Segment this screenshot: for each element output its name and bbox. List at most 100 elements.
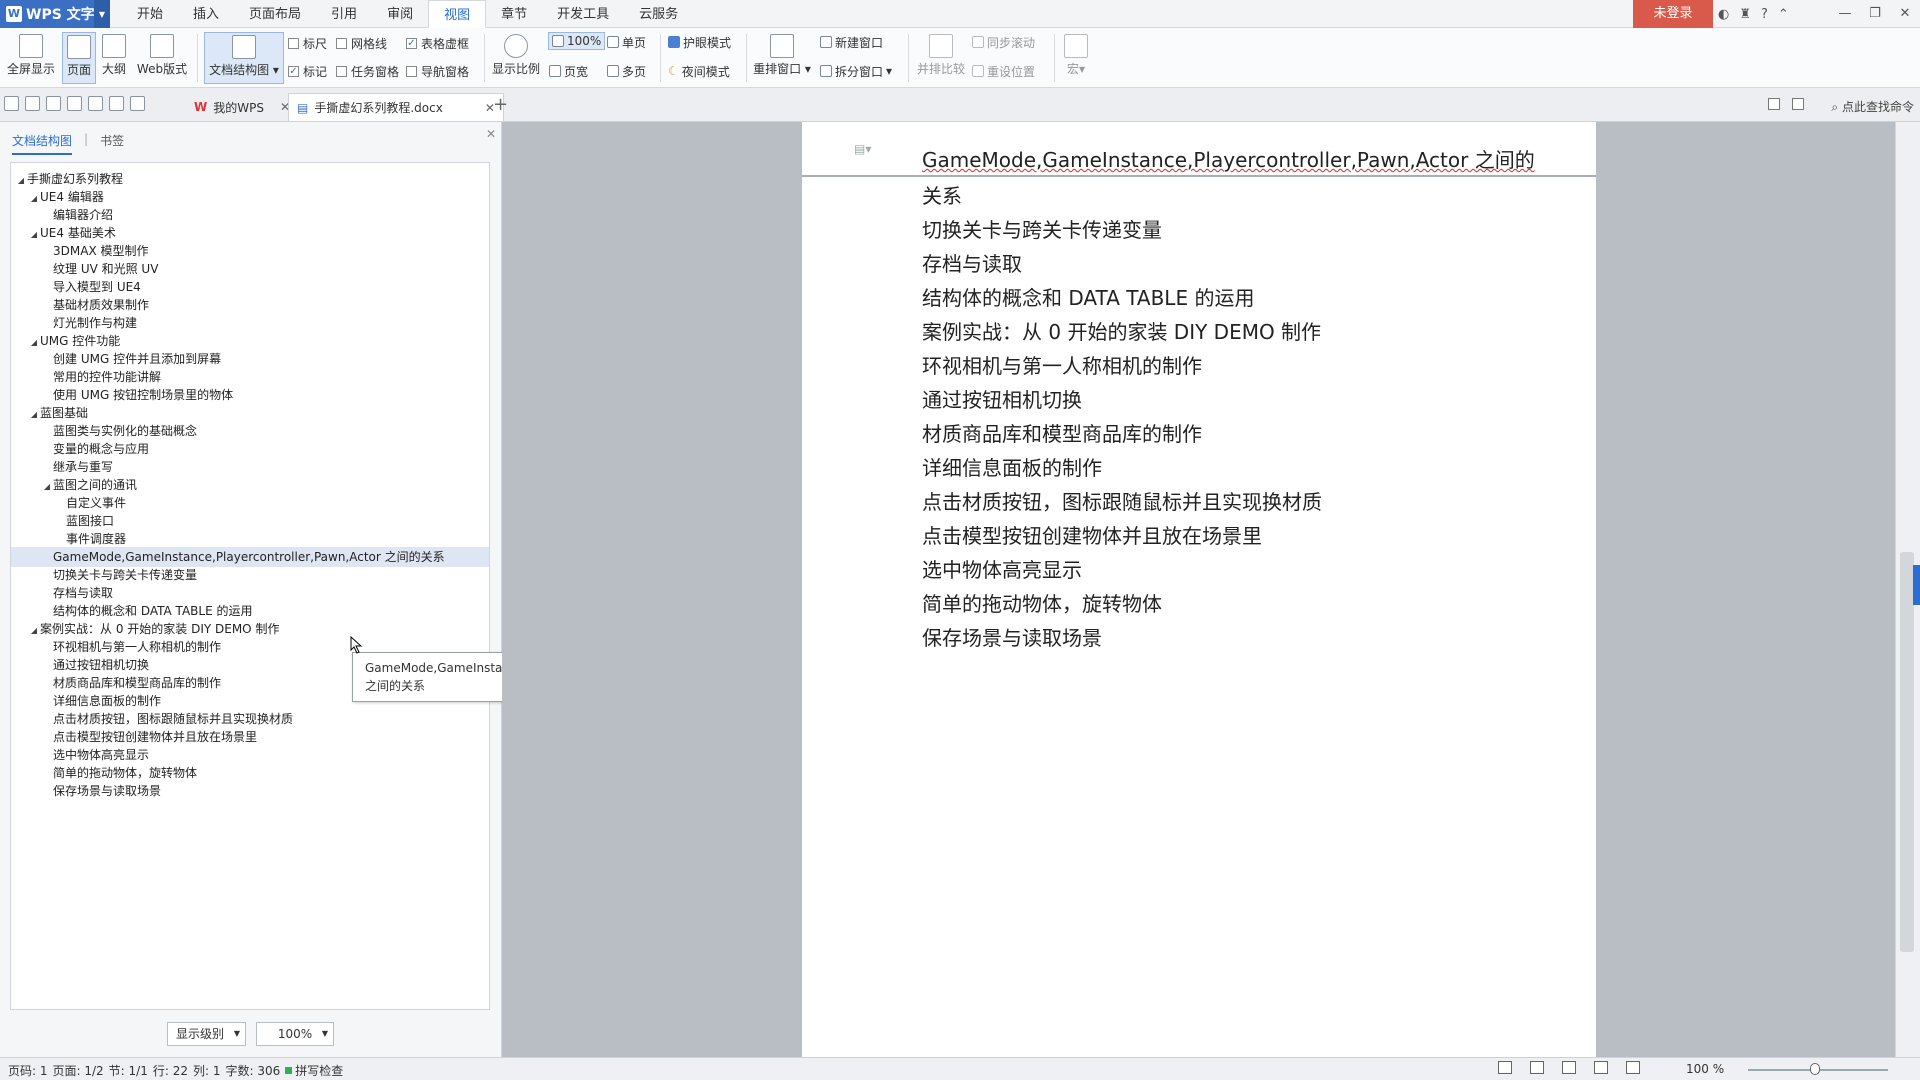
- eye-mode-button[interactable]: 护眼模式: [668, 33, 731, 51]
- menu-tab[interactable]: 开发工具: [542, 0, 624, 28]
- tree-item[interactable]: 蓝图接口: [11, 511, 489, 531]
- tree-item[interactable]: ◢ 蓝图之间的通讯: [11, 475, 489, 495]
- tree-item[interactable]: 保存场景与读取场景: [11, 781, 489, 801]
- preview-icon[interactable]: [88, 96, 103, 111]
- docmap-button[interactable]: 文档结构图 ▾: [204, 32, 284, 84]
- tree-item[interactable]: 使用 UMG 按钮控制场景里的物体: [11, 385, 489, 405]
- tree-item[interactable]: 3DMAX 模型制作: [11, 241, 489, 261]
- single-page-button[interactable]: 单页: [607, 33, 646, 51]
- add-tab-icon[interactable]: +: [493, 96, 508, 114]
- zoom-button[interactable]: 显示比例: [490, 32, 542, 84]
- document-canvas[interactable]: ▤▾ GameMode,GameInstance,Playercontrolle…: [502, 122, 1897, 1057]
- tree-item[interactable]: ◢ UE4 基础美术: [11, 223, 489, 243]
- login-button[interactable]: 未登录: [1633, 0, 1713, 28]
- tree-item[interactable]: 选中物体高亮显示: [11, 745, 489, 765]
- document-page[interactable]: ▤▾ GameMode,GameInstance,Playercontrolle…: [802, 122, 1596, 1057]
- gridline-checkbox[interactable]: 网格线: [336, 34, 387, 52]
- tree-item[interactable]: 常用的控件功能讲解: [11, 367, 489, 387]
- restore-icon[interactable]: ❐: [1860, 0, 1890, 28]
- tree-item[interactable]: 存档与读取: [11, 583, 489, 603]
- pdf-icon[interactable]: [46, 96, 61, 111]
- menu-tab[interactable]: 审阅: [372, 0, 428, 28]
- sync-scroll-button[interactable]: 同步滚动: [972, 33, 1035, 51]
- doc-list-icon[interactable]: [1768, 98, 1780, 110]
- page-width-button[interactable]: 页宽: [549, 62, 588, 80]
- find-command[interactable]: ⌕ 点此查找命令: [1831, 98, 1914, 115]
- level-select[interactable]: 显示级别 ▼: [167, 1022, 246, 1046]
- side-panel-handle[interactable]: [1913, 565, 1920, 605]
- tree-item[interactable]: GameMode,GameInstance,Playercontroller,P…: [11, 547, 489, 567]
- new-window-button[interactable]: 新建窗口: [820, 33, 883, 51]
- rearrange-window-button[interactable]: 重排窗口 ▾: [752, 32, 812, 84]
- close-icon[interactable]: ✕: [1890, 0, 1920, 28]
- tab-document[interactable]: ▤ 手撕虚幻系列教程.docx ✕: [288, 93, 504, 121]
- fullscreen-button[interactable]: 全屏显示: [6, 32, 56, 84]
- tree-item[interactable]: 纹理 UV 和光照 UV: [11, 259, 489, 279]
- outline-view-icon[interactable]: [1562, 1061, 1576, 1074]
- menu-tab[interactable]: 云服务: [624, 0, 693, 28]
- tab-menu-icon[interactable]: [1792, 98, 1804, 110]
- ribbon-collapse-icon[interactable]: ⌃: [1778, 7, 1789, 22]
- menu-tab[interactable]: 开始: [122, 0, 178, 28]
- paragraph-icon[interactable]: ▤▾: [854, 142, 871, 156]
- tree-item[interactable]: 自定义事件: [11, 493, 489, 513]
- tree-item[interactable]: ◢ 蓝图基础: [11, 403, 489, 423]
- tree-item[interactable]: 基础材质效果制作: [11, 295, 489, 315]
- side-compare-button[interactable]: 并排比较: [914, 32, 968, 84]
- zoom-level[interactable]: 100 %: [1686, 1062, 1724, 1076]
- shirt-icon[interactable]: ♜: [1739, 7, 1751, 22]
- app-menu-button[interactable]: W WPS 文字 ▼: [0, 0, 110, 28]
- web-layout-button[interactable]: Web版式: [134, 32, 190, 84]
- minimize-icon[interactable]: —: [1830, 0, 1860, 28]
- tree-item[interactable]: 点击模型按钮创建物体并且放在场景里: [11, 727, 489, 747]
- tree-item[interactable]: 简单的拖动物体，旋转物体: [11, 763, 489, 783]
- tree-item[interactable]: 切换关卡与跨关卡传递变量: [11, 565, 489, 585]
- night-mode-button[interactable]: ☾ 夜间模式: [668, 62, 730, 80]
- tree-item[interactable]: ◢ 案例实战：从 0 开始的家装 DIY DEMO 制作: [11, 619, 489, 639]
- menu-tab[interactable]: 插入: [178, 0, 234, 28]
- menu-tab[interactable]: 引用: [316, 0, 372, 28]
- split-window-button[interactable]: 拆分窗口 ▾: [820, 62, 892, 80]
- web-view-icon[interactable]: [1594, 1061, 1608, 1074]
- outline-button[interactable]: 大纲: [98, 32, 130, 84]
- spell-check[interactable]: 拼写检查: [285, 1062, 353, 1079]
- print-icon[interactable]: [67, 96, 82, 111]
- tree-item[interactable]: ◢ UE4 编辑器: [11, 187, 489, 207]
- tree-item[interactable]: ◢ 手撕虚幻系列教程: [11, 169, 489, 189]
- reset-position-button[interactable]: 重设位置: [972, 62, 1035, 80]
- save-icon[interactable]: [25, 96, 40, 111]
- tab-my-wps[interactable]: W 我的WPS ✕: [186, 93, 298, 121]
- panel-zoom-select[interactable]: 100% ▼: [256, 1022, 334, 1046]
- skin-icon[interactable]: ◐: [1718, 7, 1729, 22]
- nav-pane-checkbox[interactable]: 导航窗格: [406, 62, 469, 80]
- focus-mode-icon[interactable]: [1498, 1061, 1512, 1074]
- tree-item[interactable]: 蓝图类与实例化的基础概念: [11, 421, 489, 441]
- page-view-icon[interactable]: [1530, 1061, 1544, 1074]
- zoom-slider-thumb[interactable]: [1810, 1063, 1820, 1075]
- redo-icon[interactable]: [130, 96, 145, 111]
- table-border-checkbox[interactable]: ✓ 表格虚框: [406, 34, 469, 52]
- tree-item[interactable]: 变量的概念与应用: [11, 439, 489, 459]
- eye-protect-icon[interactable]: [1626, 1061, 1640, 1074]
- macro-button[interactable]: 宏▾: [1060, 32, 1092, 84]
- tree-item[interactable]: 灯光制作与构建: [11, 313, 489, 333]
- task-pane-checkbox[interactable]: 任务窗格: [336, 62, 399, 80]
- help-icon[interactable]: ?: [1761, 7, 1768, 22]
- tree-item[interactable]: 编辑器介绍: [11, 205, 489, 225]
- mark-checkbox[interactable]: ✓ 标记: [288, 62, 327, 80]
- status-chars[interactable]: 字数: 306: [225, 1062, 285, 1079]
- zoom-100-button[interactable]: 100%: [548, 32, 606, 50]
- tab-bookmark[interactable]: 书签: [100, 132, 124, 155]
- open-icon[interactable]: [4, 96, 19, 111]
- tree-item[interactable]: 事件调度器: [11, 529, 489, 549]
- tree-item[interactable]: ◢ UMG 控件功能: [11, 331, 489, 351]
- page-view-button[interactable]: 页面: [62, 32, 96, 84]
- tab-document-map[interactable]: 文档结构图: [12, 132, 73, 155]
- tree-item[interactable]: 导入模型到 UE4: [11, 277, 489, 297]
- tree-item[interactable]: 结构体的概念和 DATA TABLE 的运用: [11, 601, 489, 621]
- undo-icon[interactable]: [109, 96, 124, 111]
- close-panel-icon[interactable]: ✕: [486, 127, 496, 141]
- tree-item[interactable]: 继承与重写: [11, 457, 489, 477]
- multi-page-button[interactable]: 多页: [607, 62, 646, 80]
- menu-tab[interactable]: 视图: [428, 0, 487, 28]
